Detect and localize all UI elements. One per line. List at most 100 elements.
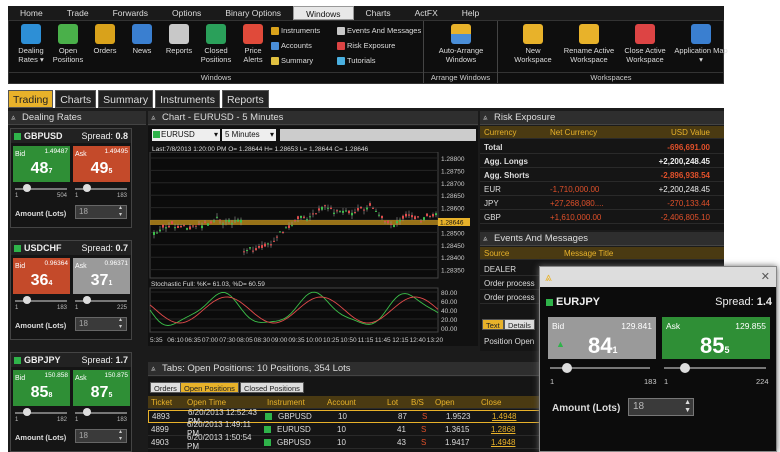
col-net-currency[interactable]: Net Currency <box>550 128 610 137</box>
col-open-time[interactable]: Open Time <box>184 398 264 407</box>
x-tick-label: 08:05 <box>237 337 254 344</box>
accounts-button[interactable]: Accounts <box>271 41 312 51</box>
stepper-icon[interactable]: ▲ ▼ <box>684 399 691 415</box>
new-workspace-button[interactable]: New Workspace <box>506 24 560 64</box>
slider-handle[interactable] <box>23 184 31 192</box>
col-close[interactable]: Close <box>478 398 518 407</box>
amount-input[interactable]: 18 <box>75 317 127 331</box>
ask-slider[interactable] <box>75 184 127 192</box>
col-instrument[interactable]: Instrument <box>264 398 324 407</box>
close-workspace-button[interactable]: Close Active Workspace <box>618 24 672 64</box>
candle <box>222 223 224 225</box>
table-row[interactable]: Agg. Shorts -2,896,938.54 <box>480 169 724 182</box>
tutorials-button[interactable]: Tutorials <box>337 56 375 66</box>
table-row[interactable]: Total -696,691.00 <box>480 141 724 154</box>
menu-binary-options[interactable]: Binary Options <box>213 6 293 20</box>
auto-arrange-button[interactable]: Auto-Arrange Windows <box>436 24 486 64</box>
slider-handle[interactable] <box>83 184 91 192</box>
price-chart[interactable]: 1.28800 1.28750 1.28700 1.28650 1.28600 1.285… <box>148 152 478 346</box>
slider-handle[interactable] <box>23 296 31 304</box>
ask-button[interactable]: Ask 150.875 875 <box>73 370 130 406</box>
col-b-s[interactable]: B/S <box>408 398 432 407</box>
rate-card-gbpusd[interactable]: GBPUSD Spread: 0.8 Bid 1.49487 487 Ask 1.49495… <box>10 128 132 228</box>
orders-button[interactable]: Orders <box>87 24 123 55</box>
menu-trade[interactable]: Trade <box>55 6 101 20</box>
open-positions-button[interactable]: Open Positions <box>50 24 86 64</box>
risk-exposure-button[interactable]: Risk Exposure <box>337 41 395 51</box>
amount-input[interactable]: 18 <box>75 205 127 219</box>
menu-windows[interactable]: Windows <box>293 6 354 20</box>
slider-handle[interactable] <box>680 363 690 373</box>
menu-options[interactable]: Options <box>160 6 213 20</box>
reports-button[interactable]: Reports <box>161 24 197 55</box>
symbol-select[interactable]: EURUSD ▾ <box>152 129 220 141</box>
col-message-title[interactable]: Message Title <box>564 249 724 258</box>
col-usd-value[interactable]: USD Value <box>610 128 724 137</box>
rate-card-usdchf[interactable]: USDCHF Spread: 0.7 Bid 0.96364 364 Ask 0.96371… <box>10 240 132 340</box>
eurjpy-rate-window[interactable]: ⩓ ✕ EURJPY Spread: 1.4 Bid 129.841 ▲ 841… <box>539 266 777 452</box>
slider-handle[interactable] <box>83 408 91 416</box>
tab-reports[interactable]: Reports <box>221 90 269 108</box>
stochastic-tick-label: 00.00 <box>441 326 458 333</box>
news-button[interactable]: News <box>124 24 160 55</box>
ask-button[interactable]: Ask 1.49495 495 <box>73 146 130 182</box>
popup-amount-input[interactable]: 18 ▲ ▼ <box>628 398 694 416</box>
bid-slider[interactable] <box>15 296 67 304</box>
popup-titlebar[interactable]: ⩓ ✕ <box>540 267 776 287</box>
popup-ask-slider[interactable] <box>664 363 766 373</box>
tab-instruments[interactable]: Instruments <box>155 90 220 108</box>
ask-slider[interactable] <box>75 408 127 416</box>
bid-button[interactable]: Bid 0.96364 364 <box>13 258 70 294</box>
bid-button[interactable]: Bid 150.858 858 <box>13 370 70 406</box>
ask-button[interactable]: Ask 0.96371 371 <box>73 258 130 294</box>
table-row[interactable]: GBP +1,610,000.00 -2,406,805.10 <box>480 211 724 224</box>
table-row[interactable]: Agg. Longs +2,200,248.45 <box>480 155 724 168</box>
popup-ask-button[interactable]: Ask 129.855 855 <box>662 317 770 359</box>
tab-charts[interactable]: Charts <box>55 90 97 108</box>
rename-workspace-button[interactable]: Rename Active Workspace <box>562 24 616 64</box>
col-lot[interactable]: Lot <box>384 398 408 407</box>
col-open[interactable]: Open <box>432 398 478 407</box>
candle <box>204 221 206 223</box>
table-row[interactable]: JPY +27,268,080.... -270,133.44 <box>480 197 724 210</box>
amount-input[interactable]: 18 <box>75 429 127 443</box>
summary-button[interactable]: Summary <box>271 56 313 66</box>
close-icon[interactable]: ✕ <box>761 270 770 283</box>
col-ticket[interactable]: Ticket <box>148 398 184 407</box>
bid-slider[interactable] <box>15 408 67 416</box>
menu-help[interactable]: Help <box>450 6 491 20</box>
tab-summary[interactable]: Summary <box>98 90 154 108</box>
slider-handle[interactable] <box>562 363 572 373</box>
table-row[interactable]: EUR -1,710,000.00 +2,200,248.45 <box>480 183 724 196</box>
bid-button[interactable]: Bid 1.49487 487 <box>13 146 70 182</box>
col-account[interactable]: Account <box>324 398 384 407</box>
closed-positions-button[interactable]: Closed Positions <box>198 24 234 64</box>
tab-closed-positions[interactable]: Closed Positions <box>240 382 304 393</box>
menu-home[interactable]: Home <box>8 6 55 20</box>
timeframe-select[interactable]: 5 Minutes ▾ <box>222 129 276 141</box>
application-map-button[interactable]: Application Map ▾ <box>674 24 728 64</box>
bid-slider[interactable] <box>15 184 67 192</box>
slider-handle[interactable] <box>23 408 31 416</box>
col-source[interactable]: Source <box>480 249 564 258</box>
tab-open-positions[interactable]: Open Positions <box>180 382 239 393</box>
col-currency[interactable]: Currency <box>480 128 550 137</box>
ask-slider[interactable] <box>75 296 127 304</box>
price-alerts-button[interactable]: Price Alerts <box>235 24 271 64</box>
tab-orders[interactable]: Orders <box>150 382 181 393</box>
slider-handle[interactable] <box>83 296 91 304</box>
popup-bid-button[interactable]: Bid 129.841 ▲ 841 <box>548 317 656 359</box>
popup-bid-slider[interactable] <box>550 363 650 373</box>
tab-trading[interactable]: Trading <box>8 90 54 108</box>
chart-toolbar[interactable] <box>280 129 476 141</box>
dealing-rates-button[interactable]: Dealing Rates ▾ <box>13 24 49 64</box>
menu-charts[interactable]: Charts <box>354 6 403 20</box>
menu-actfx[interactable]: ActFX <box>403 6 450 20</box>
instruments-button[interactable]: Instruments <box>271 26 320 36</box>
rate-card-gbpjpy[interactable]: GBPJPY Spread: 1.7 Bid 150.858 858 Ask 150.875… <box>10 352 132 452</box>
tab-details[interactable]: Details <box>504 319 535 330</box>
events-and-messages-button[interactable]: Events And Messages <box>337 26 421 36</box>
candle <box>264 243 266 247</box>
tab-text[interactable]: Text <box>482 319 504 330</box>
menu-forwards[interactable]: Forwards <box>101 6 160 20</box>
